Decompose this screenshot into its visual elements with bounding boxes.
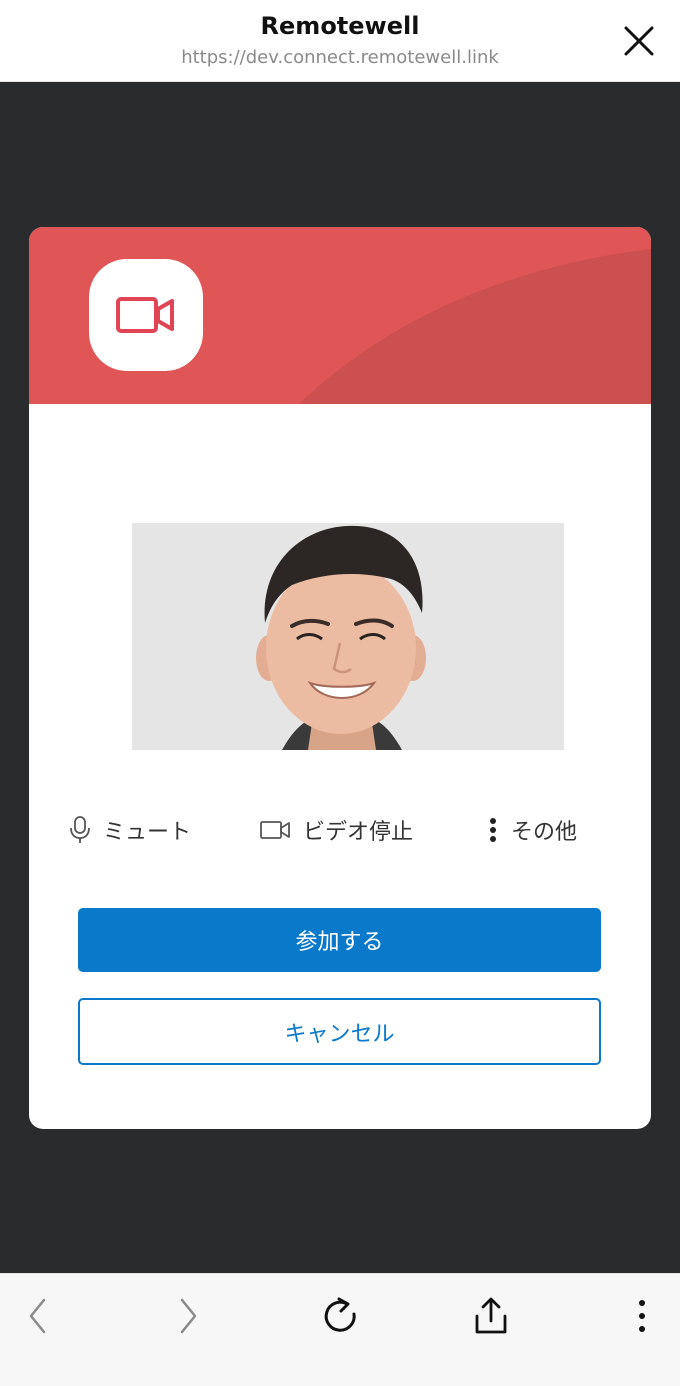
vertical-dots-icon: [639, 1300, 645, 1332]
join-button[interactable]: 参加する: [78, 908, 601, 972]
camera-preview-image: [132, 523, 564, 750]
camera-preview: [132, 523, 564, 750]
close-icon: [624, 26, 654, 56]
stop-video-button[interactable]: ビデオ停止: [259, 813, 413, 847]
app-logo: [89, 259, 203, 371]
stop-video-label: ビデオ停止: [303, 820, 414, 845]
more-options-button[interactable]: その他: [487, 813, 577, 847]
media-controls: ミュート ビデオ停止 その他: [29, 813, 651, 847]
microphone-icon: [69, 815, 91, 845]
video-camera-icon: [116, 297, 174, 333]
browser-toolbar: [0, 1273, 680, 1386]
page-title: Remotewell: [260, 12, 420, 40]
share-icon: [475, 1297, 507, 1334]
video-camera-icon: [259, 819, 291, 841]
forward-button[interactable]: [166, 1294, 210, 1338]
back-button[interactable]: [16, 1294, 60, 1338]
reload-button[interactable]: [318, 1294, 362, 1338]
mute-button[interactable]: ミュート: [69, 813, 191, 847]
reload-icon: [324, 1297, 356, 1332]
chevron-left-icon: [29, 1298, 46, 1334]
browser-menu-button[interactable]: [620, 1294, 664, 1338]
more-options-label: その他: [511, 820, 578, 845]
page-url: https://dev.connect.remotewell.link: [181, 47, 499, 68]
browser-header: Remotewell https://dev.connect.remotewel…: [0, 0, 680, 82]
vertical-dots-icon: [487, 816, 499, 844]
join-dialog: ミュート ビデオ停止 その他 参加する キャンセル: [29, 227, 651, 1129]
dialog-header: [29, 227, 651, 404]
mute-label: ミュート: [103, 820, 192, 845]
close-button[interactable]: [620, 22, 658, 60]
share-button[interactable]: [469, 1294, 513, 1338]
cancel-button[interactable]: キャンセル: [78, 998, 601, 1065]
chevron-right-icon: [180, 1298, 197, 1334]
